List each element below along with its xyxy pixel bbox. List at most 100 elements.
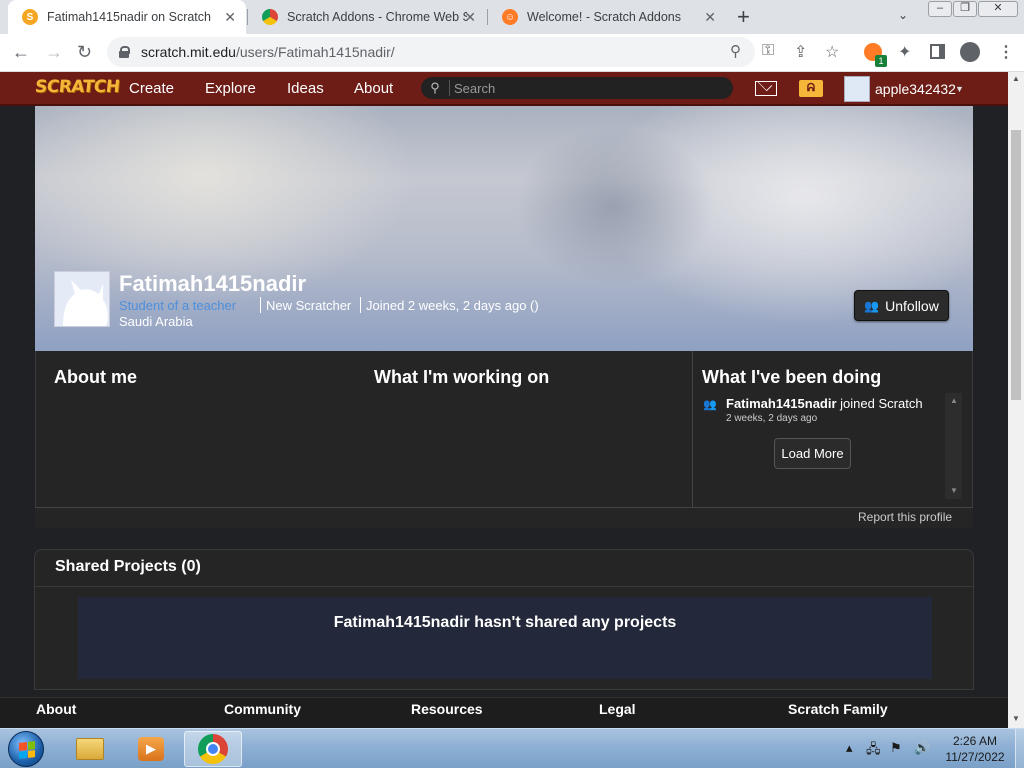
meta-divider bbox=[360, 297, 361, 313]
activity-user-link[interactable]: Fatimah1415nadir bbox=[726, 396, 837, 411]
windows-flag-icon bbox=[19, 741, 35, 759]
activity-scrollbar[interactable] bbox=[945, 393, 962, 499]
my-stuff-folder-icon[interactable]: ᕱ bbox=[799, 80, 823, 97]
messages-envelope-icon[interactable] bbox=[755, 81, 777, 96]
scroll-down-arrow-icon[interactable]: ▼ bbox=[1012, 714, 1020, 723]
scratch-addons-favicon-icon: ☺ bbox=[502, 9, 518, 25]
empty-projects-box bbox=[78, 597, 932, 679]
search-input[interactable]: Search bbox=[454, 81, 495, 96]
activity-text: Fatimah1415nadir joined Scratch bbox=[726, 396, 923, 411]
unfollow-button[interactable]: 👥 Unfollow bbox=[854, 290, 949, 321]
nav-about[interactable]: About bbox=[354, 80, 393, 97]
close-window-button[interactable]: ✕ bbox=[978, 1, 1018, 17]
back-icon[interactable]: ← bbox=[12, 42, 30, 62]
nav-ideas[interactable]: Ideas bbox=[287, 80, 324, 97]
maximize-button[interactable]: ❐ bbox=[953, 1, 977, 17]
scratch-logo[interactable]: SCRATCH bbox=[34, 77, 121, 97]
profile-avatar bbox=[54, 271, 110, 327]
account-username[interactable]: apple342432 bbox=[875, 81, 956, 97]
activity-action: joined Scratch bbox=[840, 396, 923, 411]
web-store-favicon-icon bbox=[262, 9, 278, 25]
tab-chrome-web-store[interactable]: Scratch Addons - Chrome Web S ✕ bbox=[248, 0, 486, 34]
nav-explore[interactable]: Explore bbox=[205, 80, 256, 97]
reload-icon[interactable]: ↻ bbox=[77, 42, 92, 62]
meta-divider bbox=[260, 297, 261, 313]
search-divider bbox=[449, 80, 450, 96]
tab-title: Scratch Addons - Chrome Web S bbox=[287, 10, 467, 24]
tab-title: Welcome! - Scratch Addons bbox=[527, 10, 682, 24]
empty-projects-message: Fatimah1415nadir hasn't shared any proje… bbox=[333, 614, 677, 631]
taskbar-media-player[interactable]: ▶ bbox=[122, 731, 180, 767]
search-field[interactable]: ⚲ Search bbox=[421, 77, 733, 99]
start-button[interactable] bbox=[8, 731, 44, 767]
taskbar-chrome[interactable] bbox=[184, 731, 242, 767]
profile-username: Fatimah1415nadir bbox=[119, 271, 307, 296]
close-tab-icon[interactable]: ✕ bbox=[224, 10, 236, 24]
extension-badge: 1 bbox=[875, 55, 887, 67]
forward-icon[interactable]: → bbox=[45, 42, 63, 62]
volume-icon[interactable]: 🔊 bbox=[914, 740, 930, 756]
scratch-favicon-icon: S bbox=[22, 9, 38, 25]
side-panel-icon[interactable] bbox=[930, 44, 945, 59]
footer-scratch-family[interactable]: Scratch Family bbox=[788, 701, 888, 717]
profile-avatar-icon[interactable] bbox=[960, 42, 980, 62]
bookmark-star-icon[interactable]: ☆ bbox=[825, 42, 839, 62]
profile-role: Student of a teacher bbox=[119, 298, 237, 313]
account-caret-icon[interactable]: ▼ bbox=[955, 84, 964, 94]
clock-date: 11/27/2022 bbox=[945, 750, 1005, 764]
clock-time: 2:26 AM bbox=[952, 734, 998, 748]
share-icon[interactable]: ⇪ bbox=[794, 42, 807, 62]
page-scrollbar-thumb[interactable] bbox=[1011, 130, 1021, 400]
tab-search-chevron-icon[interactable]: ⌄ bbox=[898, 8, 908, 22]
minimize-button[interactable]: – bbox=[928, 1, 952, 17]
nav-create[interactable]: Create bbox=[129, 80, 174, 97]
footer-about[interactable]: About bbox=[36, 701, 76, 717]
taskbar-clock[interactable]: 2:26 AM 11/27/2022 bbox=[940, 733, 1010, 765]
close-tab-icon[interactable]: ✕ bbox=[704, 10, 716, 24]
network-icon[interactable]: 🖧 bbox=[866, 740, 881, 762]
close-tab-icon[interactable]: ✕ bbox=[464, 10, 476, 24]
users-icon: 👥 bbox=[864, 298, 880, 313]
key-icon[interactable]: ⚿ bbox=[762, 42, 774, 60]
tab-scratch-profile[interactable]: S Fatimah1415nadir on Scratch ✕ bbox=[8, 0, 246, 34]
default-cat-avatar-icon bbox=[55, 272, 109, 326]
show-desktop-button[interactable] bbox=[1015, 729, 1024, 768]
report-profile-link[interactable]: Report this profile bbox=[858, 510, 952, 524]
load-more-button[interactable]: Load More bbox=[774, 438, 851, 469]
been-doing-heading: What I've been doing bbox=[702, 367, 882, 387]
activity-scroll-up-icon[interactable]: ▲ bbox=[950, 396, 958, 405]
taskbar-explorer[interactable] bbox=[61, 731, 119, 767]
tab-scratch-addons-welcome[interactable]: ☺ Welcome! - Scratch Addons ✕ bbox=[488, 0, 726, 34]
profile-footer-bar bbox=[35, 507, 973, 528]
footer-resources[interactable]: Resources bbox=[411, 701, 483, 717]
shared-projects-title: Shared Projects (0) bbox=[55, 558, 201, 575]
about-me-heading: About me bbox=[54, 367, 137, 387]
search-icon: ⚲ bbox=[430, 80, 440, 95]
new-tab-button[interactable]: + bbox=[737, 6, 750, 28]
media-player-icon: ▶ bbox=[138, 737, 164, 761]
footer-community[interactable]: Community bbox=[224, 701, 301, 717]
profile-country: Saudi Arabia bbox=[119, 314, 193, 329]
tray-expand-icon[interactable]: ▴ bbox=[846, 740, 853, 756]
activity-time: 2 weeks, 2 days ago bbox=[726, 413, 818, 424]
lock-icon[interactable] bbox=[119, 46, 130, 58]
unfollow-label: Unfollow bbox=[885, 297, 939, 314]
menu-kebab-icon[interactable]: ⋮ bbox=[998, 42, 1014, 62]
activity-users-icon: 👥 bbox=[703, 399, 717, 411]
folder-icon bbox=[76, 738, 104, 760]
scroll-up-arrow-icon[interactable]: ▲ bbox=[1012, 74, 1020, 83]
address-bar[interactable]: scratch.mit.edu/users/Fatimah1415nadir/ bbox=[107, 37, 755, 67]
user-avatar[interactable] bbox=[844, 76, 870, 102]
profile-joined-date: Joined 2 weeks, 2 days ago () bbox=[366, 298, 539, 313]
activity-scroll-down-icon[interactable]: ▼ bbox=[950, 486, 958, 495]
footer-legal[interactable]: Legal bbox=[599, 701, 636, 717]
tab-title: Fatimah1415nadir on Scratch bbox=[47, 10, 211, 24]
action-center-flag-icon[interactable]: ⚑ bbox=[890, 740, 902, 756]
working-on-heading: What I'm working on bbox=[374, 367, 550, 387]
url-text: scratch.mit.edu/users/Fatimah1415nadir/ bbox=[141, 44, 395, 60]
chrome-icon bbox=[198, 734, 228, 764]
tab-separator bbox=[247, 9, 248, 25]
zoom-search-icon[interactable]: ⚲ bbox=[730, 42, 741, 60]
extensions-puzzle-icon[interactable]: ✦ bbox=[898, 42, 911, 62]
profile-rank: New Scratcher bbox=[266, 298, 352, 313]
